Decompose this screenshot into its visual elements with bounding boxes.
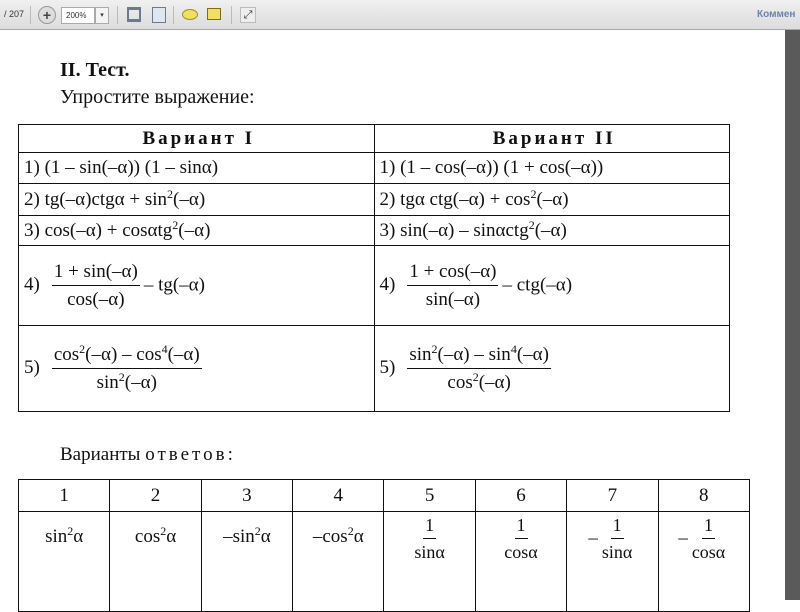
variant-2-header: Вариант II <box>373 124 730 153</box>
expr: 2) tgα ctg(–α) + cos <box>379 188 531 210</box>
task-4-v1: 4) 1 + sin(–α) cos(–α) – tg(–α) <box>18 245 375 326</box>
task-number: 5) <box>379 356 396 378</box>
answer-7: –1 sinα <box>566 511 659 612</box>
fraction: 1 + cos(–α) sin(–α) <box>407 261 499 311</box>
answer-2: cos2α <box>109 511 202 612</box>
variants-table: Вариант I Вариант II 1) (1 – sin(–α)) (1… <box>18 124 730 412</box>
numerator: 1 + sin(–α) <box>51 261 140 286</box>
scrollbar[interactable] <box>785 30 800 600</box>
page-count: / 207 <box>4 9 25 19</box>
expr: (–α) <box>173 188 206 210</box>
denominator: sin2(–α) <box>96 369 157 393</box>
comment-icon[interactable] <box>182 9 198 20</box>
task-4-v2: 4) 1 + cos(–α) sin(–α) – ctg(–α) <box>373 245 730 326</box>
answers-title-b: ответов: <box>145 444 236 465</box>
task-3-v1: 3) cos(–α) + cosαtg2(–α) <box>18 215 375 246</box>
answer-header: 3 <box>200 479 294 512</box>
answer-header: 5 <box>383 479 476 512</box>
answer-header: 1 <box>17 479 111 512</box>
task-number: 5) <box>24 356 40 378</box>
answers-table: 1 2 3 4 5 6 7 8 sin2α cos2α –sin2α –cos2… <box>17 479 751 612</box>
zoom-dropdown-chevron-icon[interactable]: ▾ <box>95 7 109 24</box>
fullscreen-icon[interactable]: ⤢ <box>240 7 256 23</box>
fraction: cos2(–α) – cos4(–α) sin2(–α) <box>51 343 202 394</box>
numerator: sin2(–α) – sin4(–α) <box>407 343 551 369</box>
answer-header: 6 <box>474 479 568 512</box>
expr: 2) tg(–α)ctgα + sin <box>24 188 168 210</box>
answer-5: 1 sinα <box>383 511 476 612</box>
task-5-v2: 5) sin2(–α) – sin4(–α) cos2(–α) <box>373 325 730 412</box>
numerator: 1 + cos(–α) <box>407 261 499 286</box>
answer-4: –cos2α <box>292 511 385 612</box>
task-1-v2: 1) (1 – cos(–α)) (1 + cos(–α)) <box>373 152 730 184</box>
fit-width-icon[interactable] <box>127 7 141 22</box>
expr: 3) cos(–α) + cosαtg <box>24 219 173 241</box>
task-3-v2: 3) sin(–α) – sinαctg2(–α) <box>373 215 730 246</box>
answer-8: –1 cosα <box>657 511 751 612</box>
variant-1-header: Вариант I <box>18 124 375 153</box>
answer-1: sin2α <box>17 511 111 612</box>
denominator: sin(–α) <box>425 288 481 310</box>
answers-title: Варианты ответов: <box>60 444 236 466</box>
answer-6: 1 cosα <box>474 511 568 612</box>
fraction: 1 + sin(–α) cos(–α) <box>51 261 140 311</box>
fraction: sin2(–α) – sin4(–α) cos2(–α) <box>407 343 551 394</box>
zoom-in-icon[interactable]: + <box>38 6 56 24</box>
fit-page-icon[interactable] <box>152 7 166 23</box>
expr: – tg(–α) <box>143 273 205 295</box>
highlight-icon[interactable] <box>207 8 221 20</box>
answer-header: 8 <box>657 479 751 512</box>
answer-header: 2 <box>109 479 202 512</box>
answer-3: –sin2α <box>200 511 294 612</box>
zoom-input[interactable]: 200% <box>61 7 95 24</box>
expr: (–α) <box>534 219 567 241</box>
task-number: 4) <box>24 273 40 295</box>
task-5-v1: 5) cos2(–α) – cos4(–α) sin2(–α) <box>18 325 375 412</box>
toolbar: / 207 + 200% ▾ ⤢ Коммен <box>0 0 800 30</box>
answer-header: 4 <box>292 479 385 512</box>
instruction: Упростите выражение: <box>60 86 255 108</box>
divider <box>231 6 232 24</box>
divider <box>117 6 118 24</box>
answers-title-a: Варианты <box>60 444 146 465</box>
task-1-v1: 1) (1 – sin(–α)) (1 – sinα) <box>18 152 375 184</box>
expr: (–α) <box>178 219 211 241</box>
expr: (–α) <box>536 188 569 210</box>
divider <box>173 6 174 24</box>
page-heading: II. Тест. <box>60 59 130 81</box>
expr: 3) sin(–α) – sinαctg <box>379 219 529 241</box>
task-number: 4) <box>379 273 396 295</box>
answer-header: 7 <box>566 479 659 512</box>
denominator: cos(–α) <box>67 288 125 310</box>
task-2-v1: 2) tg(–α)ctgα + sin2(–α) <box>18 183 375 216</box>
expr: – ctg(–α) <box>502 273 573 295</box>
denominator: cos2(–α) <box>447 369 511 393</box>
divider <box>30 6 31 24</box>
task-2-v2: 2) tgα ctg(–α) + cos2(–α) <box>373 183 730 216</box>
document-page: II. Тест. Упростите выражение: Вариант I… <box>0 31 785 612</box>
numerator: cos2(–α) – cos4(–α) <box>51 343 202 369</box>
comments-link[interactable]: Коммен <box>757 9 795 20</box>
